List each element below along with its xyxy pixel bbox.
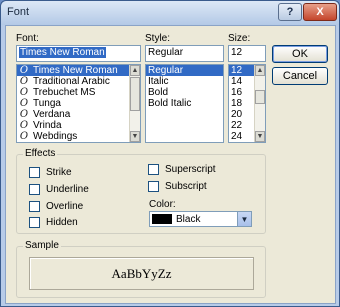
- font-list-scrollbar[interactable]: ▲ ▼: [129, 65, 140, 142]
- list-item[interactable]: Italic: [146, 76, 223, 87]
- effects-group: Effects Strike Underline Overline Hidden…: [16, 148, 266, 234]
- opentype-font-icon: O: [19, 120, 29, 131]
- font-label: Font:: [16, 33, 39, 44]
- checkbox-icon: [148, 181, 159, 192]
- list-item-label: Bold Italic: [148, 98, 192, 109]
- list-item[interactable]: O Times New Roman: [17, 65, 140, 76]
- list-item[interactable]: Bold: [146, 87, 223, 98]
- color-label: Color:: [149, 199, 176, 210]
- list-item-label: Webdings: [33, 131, 78, 142]
- color-value: Black: [176, 213, 201, 225]
- scroll-thumb[interactable]: [130, 77, 140, 111]
- hidden-checkbox[interactable]: Hidden: [29, 217, 78, 228]
- opentype-font-icon: O: [19, 98, 29, 109]
- list-item-label: Times New Roman: [33, 65, 118, 76]
- list-item-label: Italic: [148, 76, 169, 87]
- size-list-scrollbar[interactable]: ▲ ▼: [254, 65, 265, 142]
- close-button[interactable]: X: [303, 3, 337, 21]
- list-item[interactable]: O Vrinda: [17, 120, 140, 131]
- color-swatch: [152, 214, 172, 224]
- checkbox-icon: [29, 217, 40, 228]
- list-item[interactable]: Regular: [146, 65, 223, 76]
- opentype-font-icon: O: [19, 87, 29, 98]
- opentype-font-icon: O: [19, 109, 29, 120]
- ok-button[interactable]: OK: [272, 45, 328, 63]
- scroll-down-icon[interactable]: ▼: [255, 131, 265, 142]
- list-item-label: 18: [231, 98, 243, 109]
- sample-preview: AaBbYyZz: [29, 257, 254, 290]
- effects-title: Effects: [23, 148, 58, 159]
- list-item[interactable]: O Verdana: [17, 109, 140, 120]
- checkbox-icon: [148, 164, 159, 175]
- color-select[interactable]: Black ▼: [149, 211, 252, 227]
- chevron-down-icon[interactable]: ▼: [237, 212, 251, 226]
- list-item[interactable]: O Tunga: [17, 98, 140, 109]
- strike-checkbox[interactable]: Strike: [29, 167, 72, 178]
- scroll-down-icon[interactable]: ▼: [130, 131, 140, 142]
- subscript-label: Subscript: [165, 181, 207, 192]
- list-item-label: 16: [231, 87, 243, 98]
- list-item-label: Vrinda: [33, 120, 62, 131]
- sample-title: Sample: [23, 240, 61, 251]
- list-item-label: 14: [231, 76, 243, 87]
- list-item-label: Verdana: [33, 109, 71, 120]
- subscript-checkbox[interactable]: Subscript: [148, 181, 207, 192]
- underline-checkbox[interactable]: Underline: [29, 184, 89, 195]
- font-name-input[interactable]: Times New Roman: [16, 45, 141, 62]
- style-value: Regular: [148, 47, 184, 58]
- help-icon: ?: [286, 6, 294, 18]
- title-bar[interactable]: Font ? X: [1, 1, 339, 25]
- overline-label: Overline: [46, 201, 84, 212]
- checkbox-icon: [29, 201, 40, 212]
- close-icon: X: [316, 6, 324, 18]
- list-item-label: Trebuchet MS: [33, 87, 96, 98]
- font-dialog: Font ? X Font: Times New Roman O Times Ne…: [0, 0, 340, 307]
- scroll-up-icon[interactable]: ▲: [255, 65, 265, 76]
- opentype-font-icon: O: [19, 76, 29, 87]
- style-list[interactable]: Regular Italic Bold Bold Italic: [145, 64, 224, 143]
- list-item[interactable]: O Webdings: [17, 131, 140, 142]
- list-item-label: Traditional Arabic: [33, 76, 110, 87]
- list-item[interactable]: Bold Italic: [146, 98, 223, 109]
- strike-label: Strike: [46, 167, 72, 178]
- style-label: Style:: [145, 33, 171, 44]
- list-item[interactable]: O Trebuchet MS: [17, 87, 140, 98]
- sample-text: AaBbYyZz: [111, 265, 172, 281]
- opentype-font-icon: O: [19, 65, 29, 76]
- checkbox-icon: [29, 184, 40, 195]
- opentype-font-icon: O: [19, 131, 29, 142]
- cancel-button[interactable]: Cancel: [272, 67, 328, 85]
- size-label: Size:: [228, 33, 251, 44]
- sample-group: Sample AaBbYyZz: [16, 240, 266, 298]
- size-list[interactable]: 12 14 16 18 20 22 24 ▲ ▼: [228, 64, 266, 143]
- list-item-label: Bold: [148, 87, 169, 98]
- list-item-label: 22: [231, 120, 243, 131]
- list-item-label: Tunga: [33, 98, 61, 109]
- list-item-label: 20: [231, 109, 243, 120]
- size-input[interactable]: 12: [228, 45, 266, 62]
- help-button[interactable]: ?: [278, 3, 302, 21]
- style-input[interactable]: Regular: [145, 45, 224, 62]
- list-item-label: 12: [231, 65, 243, 76]
- dialog-body: Font: Times New Roman O Times New Roman O T…: [5, 25, 336, 304]
- list-item-label: 24: [231, 131, 243, 142]
- overline-checkbox[interactable]: Overline: [29, 201, 83, 212]
- font-name-value: Times New Roman: [19, 47, 106, 58]
- window-title: Font: [7, 6, 30, 18]
- scroll-thumb[interactable]: [255, 90, 265, 104]
- list-item[interactable]: O Traditional Arabic: [17, 76, 140, 87]
- checkbox-icon: [29, 167, 40, 178]
- list-item-label: Regular: [148, 65, 184, 76]
- size-value: 12: [231, 47, 243, 58]
- font-list[interactable]: O Times New Roman O Traditional Arabic O Treb…: [16, 64, 141, 143]
- scroll-up-icon[interactable]: ▲: [130, 65, 140, 76]
- underline-label: Underline: [46, 184, 89, 195]
- superscript-checkbox[interactable]: Superscript: [148, 164, 216, 175]
- superscript-label: Superscript: [165, 164, 216, 175]
- hidden-label: Hidden: [46, 217, 78, 228]
